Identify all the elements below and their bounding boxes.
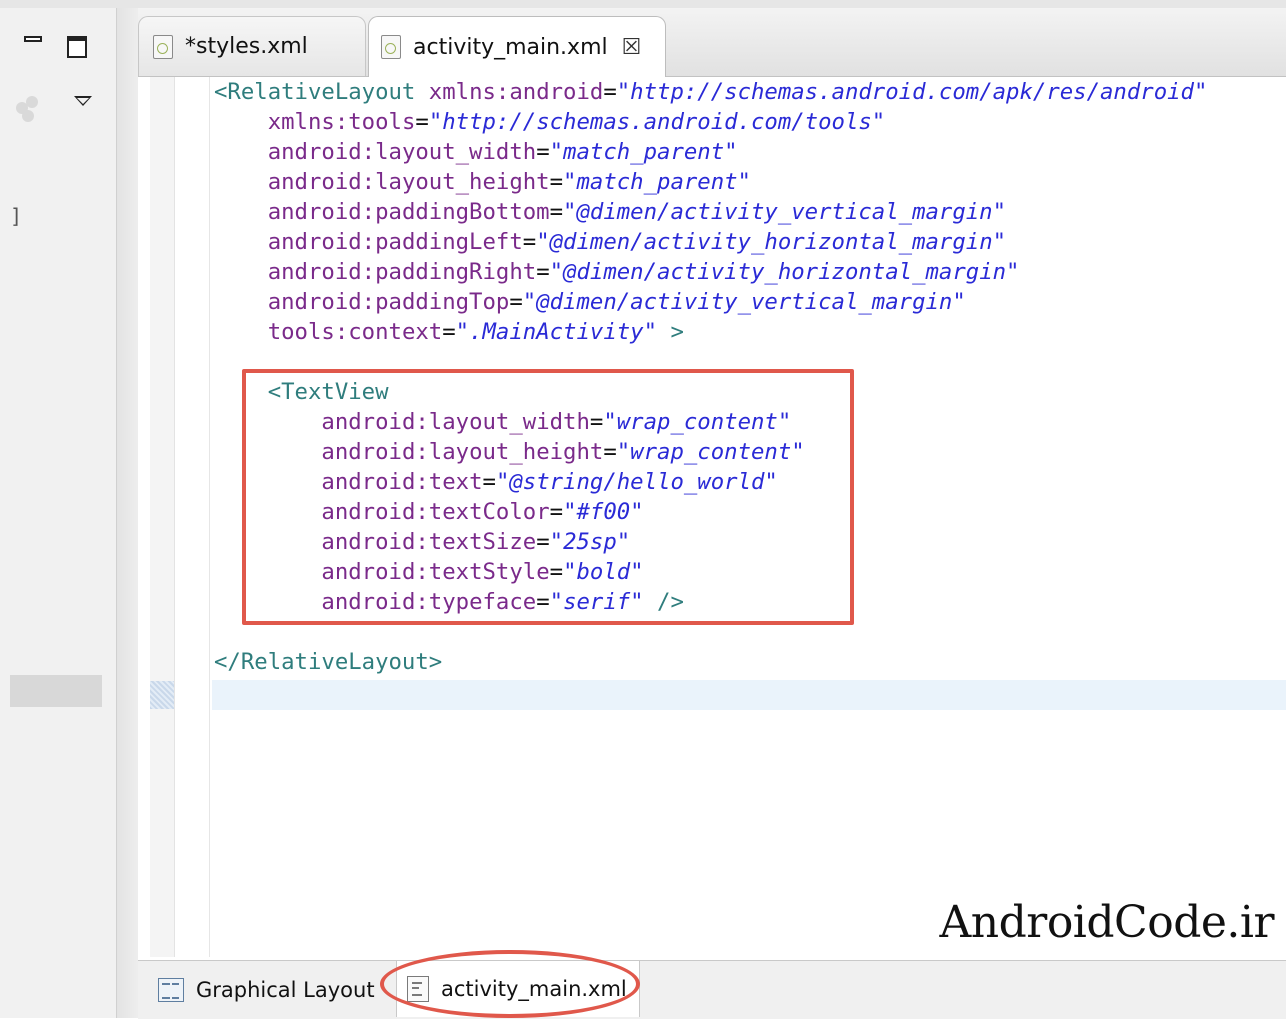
maximize-icon[interactable] — [67, 36, 87, 58]
annotation-box — [242, 369, 854, 625]
attr-value: "http://schemas.android.com/tools" — [428, 109, 886, 135]
vertical-ruler — [150, 77, 175, 957]
fold-guide — [209, 77, 210, 957]
tab-label: Graphical Layout — [196, 978, 375, 1002]
code-line: android:layout_height="match_parent" — [267, 169, 751, 195]
attr-name: xmlns:android — [428, 79, 604, 105]
attr-value: ".MainActivity" — [455, 319, 658, 345]
xml-editor[interactable]: <RelativeLayout xmlns:android="http://sc… — [138, 77, 1286, 960]
attr-name: android:layout_width — [267, 139, 537, 165]
attr-name: android:paddingLeft — [267, 229, 523, 255]
editor-mode-tabs: Graphical Layout activity_main.xml — [138, 960, 1286, 1019]
close-icon[interactable]: ☒ — [622, 35, 642, 60]
cluster-icon — [14, 96, 44, 126]
layout-icon — [158, 978, 184, 1002]
attr-name: tools:context — [267, 319, 443, 345]
xml-file-icon — [153, 34, 173, 59]
code-line: xmlns:tools="http://schemas.android.com/… — [267, 109, 886, 135]
tab-styles-xml[interactable]: *styles.xml — [138, 16, 366, 76]
code-line: </RelativeLayout> — [214, 647, 1207, 677]
current-line-highlight — [212, 680, 1286, 710]
tag-name: </RelativeLayout> — [214, 649, 443, 675]
attr-value: "match_parent" — [549, 139, 738, 165]
code-line: android:paddingBottom="@dimen/activity_v… — [267, 199, 1007, 225]
scroll-region[interactable] — [10, 675, 102, 707]
editor-tab-bar: *styles.xml activity_main.xml ☒ — [138, 8, 1286, 77]
attr-value: "@dimen/activity_vertical_margin" — [563, 199, 1007, 225]
bracket-icon: ] — [10, 204, 23, 228]
tab-label: activity_main.xml — [413, 34, 608, 60]
attr-name: android:paddingRight — [267, 259, 537, 285]
attr-name: xmlns:tools — [267, 109, 416, 135]
side-panel: ] — [0, 8, 116, 1018]
tag-name: <RelativeLayout — [214, 79, 416, 105]
tab-graphical-layout[interactable]: Graphical Layout — [158, 961, 375, 1019]
tag-bracket: > — [657, 319, 684, 345]
watermark: AndroidCode.ir — [939, 897, 1275, 948]
code-line: tools:context=".MainActivity" > — [267, 319, 684, 345]
attr-value: "@dimen/activity_horizontal_margin" — [549, 259, 1020, 285]
code-line: android:paddingTop="@dimen/activity_vert… — [267, 289, 966, 315]
annotation-circle — [380, 950, 640, 1018]
minimize-icon[interactable] — [24, 36, 42, 42]
code-line: android:layout_width="match_parent" — [267, 139, 738, 165]
tab-activity-main-xml[interactable]: activity_main.xml ☒ — [368, 16, 666, 77]
sash[interactable] — [116, 8, 139, 1018]
tab-label: *styles.xml — [185, 34, 308, 59]
attr-name: android:paddingTop — [267, 289, 510, 315]
attr-value: "@dimen/activity_horizontal_margin" — [536, 229, 1007, 255]
xml-file-icon — [381, 35, 401, 59]
code-line: android:paddingRight="@dimen/activity_ho… — [267, 259, 1020, 285]
code-line: android:paddingLeft="@dimen/activity_hor… — [267, 229, 1007, 255]
attr-value: "http://schemas.android.com/apk/res/andr… — [616, 79, 1208, 105]
attr-name: android:layout_height — [267, 169, 550, 195]
view-menu-icon[interactable] — [74, 96, 92, 106]
attr-name: android:paddingBottom — [267, 199, 550, 225]
attr-value: "match_parent" — [563, 169, 751, 195]
attr-value: "@dimen/activity_vertical_margin" — [522, 289, 966, 315]
ruler-marker — [150, 681, 174, 709]
code-line: <RelativeLayout xmlns:android="http://sc… — [214, 79, 1208, 105]
